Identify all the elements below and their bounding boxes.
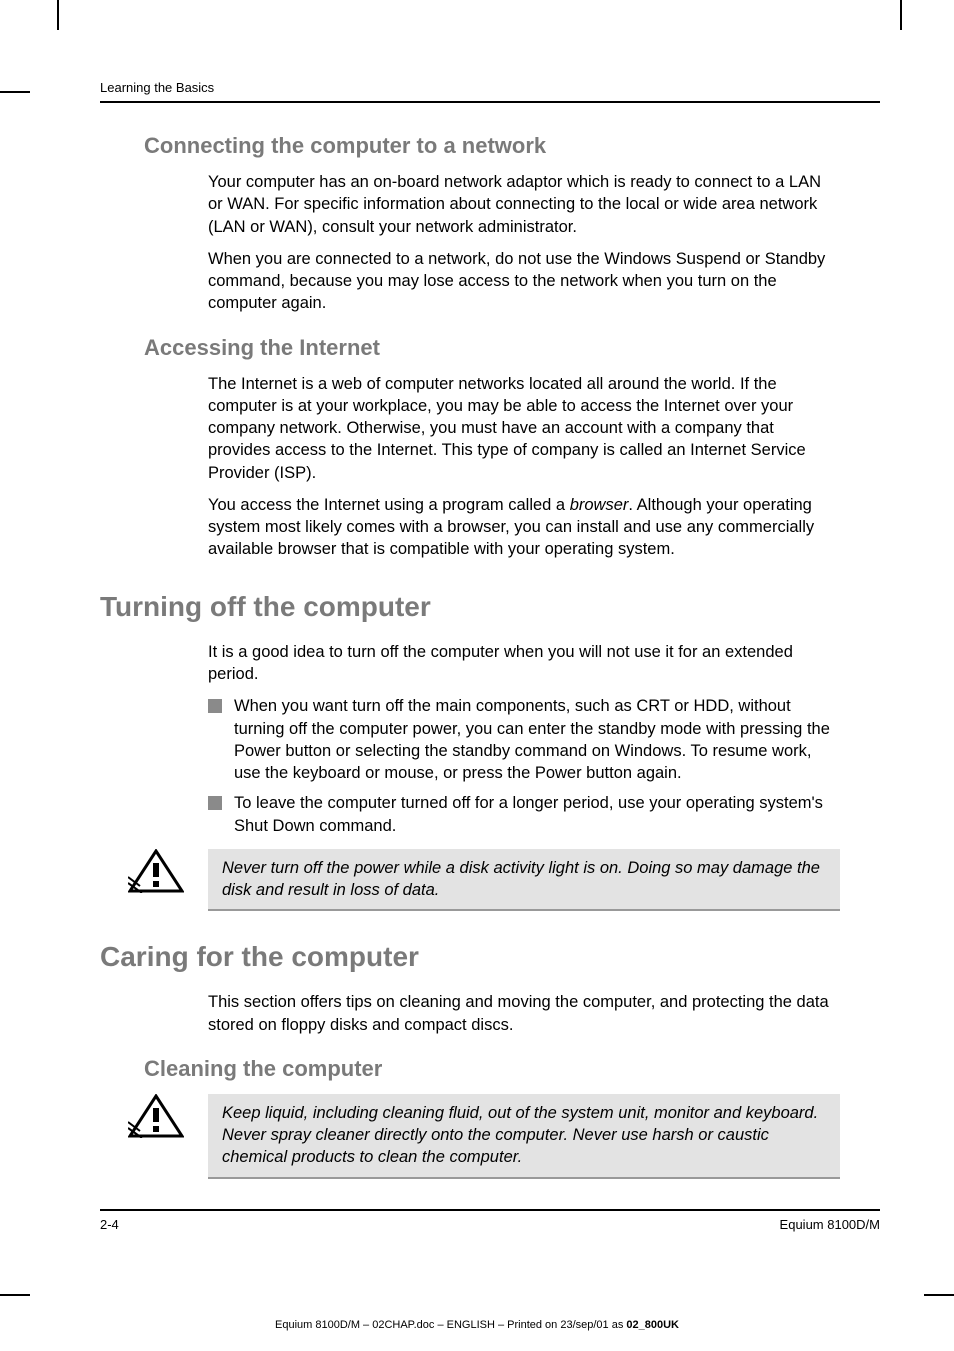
- footer-rule: [100, 1209, 880, 1211]
- warning-callout: Keep liquid, including cleaning fluid, o…: [100, 1094, 840, 1179]
- list-item: To leave the computer turned off for a l…: [208, 792, 840, 837]
- text-fragment: You access the Internet using a program …: [208, 496, 570, 514]
- heading-caring-computer: Caring for the computer: [100, 941, 880, 973]
- paragraph: It is a good idea to turn off the comput…: [208, 641, 840, 686]
- list-item-text: To leave the computer turned off for a l…: [234, 792, 840, 837]
- page-number: 2-4: [100, 1217, 119, 1232]
- model-name: Equium 8100D/M: [780, 1217, 880, 1232]
- header-rule: [100, 101, 880, 103]
- print-footer-text: Equium 8100D/M – 02CHAP.doc – ENGLISH – …: [275, 1319, 626, 1331]
- warning-icon: [128, 1094, 184, 1143]
- warning-icon: [128, 849, 184, 898]
- bullet-list: When you want turn off the main componen…: [208, 695, 840, 837]
- heading-cleaning-computer: Cleaning the computer: [144, 1056, 880, 1082]
- crop-mark: [0, 1294, 30, 1296]
- page-content: Learning the Basics Connecting the compu…: [100, 80, 880, 1232]
- heading-connecting-network: Connecting the computer to a network: [144, 133, 880, 159]
- warning-text: Never turn off the power while a disk ac…: [208, 849, 840, 912]
- heading-turning-off: Turning off the computer: [100, 591, 880, 623]
- warning-callout: Never turn off the power while a disk ac…: [100, 849, 840, 912]
- print-footer: Equium 8100D/M – 02CHAP.doc – ENGLISH – …: [0, 1319, 954, 1331]
- heading-accessing-internet: Accessing the Internet: [144, 335, 880, 361]
- page-footer: 2-4 Equium 8100D/M: [100, 1217, 880, 1232]
- bullet-icon: [208, 699, 222, 713]
- crop-mark: [0, 91, 30, 93]
- paragraph: The Internet is a web of computer networ…: [208, 373, 840, 484]
- list-item-text: When you want turn off the main componen…: [234, 695, 840, 784]
- list-item: When you want turn off the main componen…: [208, 695, 840, 784]
- crop-mark: [57, 0, 59, 30]
- paragraph: This section offers tips on cleaning and…: [208, 991, 840, 1036]
- bullet-icon: [208, 796, 222, 810]
- print-footer-code: 02_800UK: [626, 1319, 679, 1331]
- paragraph: Your computer has an on-board network ad…: [208, 171, 840, 238]
- paragraph: You access the Internet using a program …: [208, 494, 840, 561]
- crop-mark: [900, 0, 902, 30]
- paragraph: When you are connected to a network, do …: [208, 248, 840, 315]
- crop-mark: [924, 1294, 954, 1296]
- warning-text: Keep liquid, including cleaning fluid, o…: [208, 1094, 840, 1179]
- emphasized-term: browser: [570, 496, 629, 514]
- running-header: Learning the Basics: [100, 80, 880, 95]
